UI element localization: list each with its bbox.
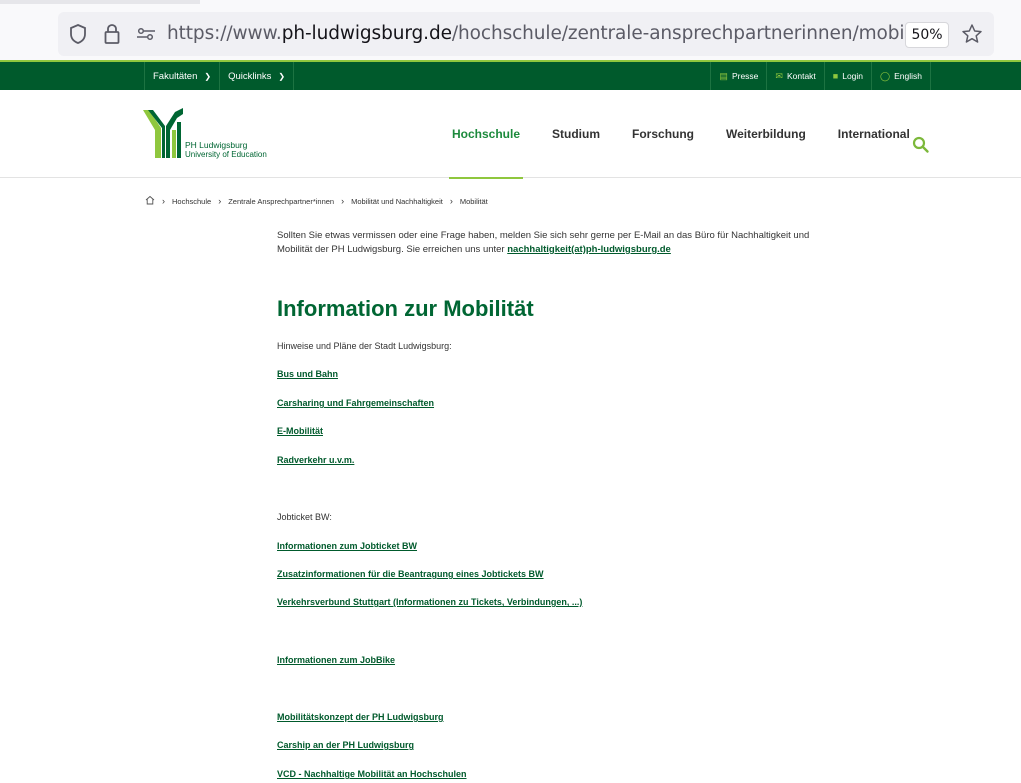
globe-icon: ◯ bbox=[880, 70, 891, 81]
nav-weiterbildung[interactable]: Weiterbildung bbox=[710, 90, 822, 178]
vcd-link[interactable]: VCD - Nachhaltige Mobilität an Hochschul… bbox=[277, 769, 467, 779]
jobticket-application-link[interactable]: Zusatzinformationen für die Beantragung … bbox=[277, 569, 544, 579]
faculties-label: Fakultäten bbox=[153, 70, 198, 82]
site-header: PH Ludwigsburg University of Education H… bbox=[0, 90, 1021, 179]
chevron-right-icon: › bbox=[162, 196, 165, 206]
vvs-link[interactable]: Verkehrsverbund Stuttgart (Informationen… bbox=[277, 597, 582, 607]
nav-forschung[interactable]: Forschung bbox=[616, 90, 710, 178]
carship-link[interactable]: Carship an der PH Ludwigsburg bbox=[277, 740, 414, 750]
url-prefix: https://www. bbox=[167, 23, 282, 44]
tab-strip-edge bbox=[0, 0, 200, 4]
contact-link[interactable]: ✉ Kontakt bbox=[767, 62, 825, 90]
jobticket-label: Jobticket BW: bbox=[277, 512, 332, 522]
email-link[interactable]: nachhaltigkeit(at)ph-ludwigsburg.de bbox=[507, 244, 671, 255]
url-text[interactable]: https://www.ph-ludwigsburg.de/hochschule… bbox=[167, 23, 907, 44]
url-path: /hochschule/zentrale-ansprechpartnerinne… bbox=[451, 23, 907, 44]
logo-name: PH Ludwigsburg bbox=[185, 140, 248, 150]
lock-icon: ■ bbox=[832, 71, 839, 81]
chevron-right-icon: › bbox=[449, 196, 453, 206]
carsharing-link[interactable]: Carsharing und Fahrgemeinschaften bbox=[277, 398, 434, 408]
city-intro-text: Hinweise und Pläne der Stadt Ludwigsburg… bbox=[277, 341, 452, 351]
chevron-right-icon: › bbox=[218, 196, 222, 206]
intro-paragraph: Sollten Sie etwas vermissen oder eine Fr… bbox=[277, 229, 837, 257]
english-link[interactable]: ◯ English bbox=[872, 62, 931, 90]
faculties-menu[interactable]: Fakultäten ❯ bbox=[144, 62, 221, 90]
login-link[interactable]: ■ Login bbox=[825, 62, 873, 90]
cycling-link[interactable]: Radverkehr u.v.m. bbox=[277, 455, 354, 465]
url-host: ph-ludwigsburg.de bbox=[281, 23, 452, 44]
search-icon[interactable] bbox=[912, 136, 932, 156]
jobticket-info-link[interactable]: Informationen zum Jobticket BW bbox=[277, 541, 417, 551]
nav-studium[interactable]: Studium bbox=[536, 90, 616, 178]
jobbike-link[interactable]: Informationen zum JobBike bbox=[277, 655, 395, 665]
contact-label: Kontakt bbox=[786, 71, 816, 81]
breadcrumb-item[interactable]: Hochschule bbox=[172, 197, 211, 206]
mobility-concept-link[interactable]: Mobilitätskonzept der PH Ludwigsburg bbox=[277, 712, 444, 722]
e-mobility-link[interactable]: E-Mobilität bbox=[277, 426, 323, 436]
lock-icon[interactable] bbox=[100, 22, 124, 46]
logo-tagline: University of Education bbox=[185, 150, 267, 159]
bus-bahn-link[interactable]: Bus und Bahn bbox=[277, 369, 338, 379]
page-title: Information zur Mobilität bbox=[277, 296, 534, 321]
home-icon[interactable] bbox=[145, 195, 155, 207]
bookmark-star-icon[interactable] bbox=[960, 22, 984, 46]
zoom-level-button[interactable]: 50% bbox=[905, 22, 949, 48]
chevron-down-icon: ❯ bbox=[278, 71, 286, 81]
permissions-icon[interactable] bbox=[134, 22, 158, 46]
press-link[interactable]: ▤ Presse bbox=[710, 62, 768, 90]
breadcrumb-current: Mobilität bbox=[459, 196, 488, 206]
breadcrumb-item[interactable]: Mobilität und Nachhaltigkeit bbox=[351, 197, 443, 206]
nav-international[interactable]: International bbox=[822, 90, 926, 178]
mail-icon: ✉ bbox=[775, 70, 783, 81]
english-label: English bbox=[894, 71, 922, 81]
shield-icon[interactable] bbox=[66, 22, 90, 46]
login-label: Login bbox=[842, 71, 864, 81]
quicklinks-label: Quicklinks bbox=[228, 70, 272, 82]
breadcrumb-item[interactable]: Zentrale Ansprechpartner*innen bbox=[228, 197, 334, 206]
site-logo[interactable]: PH Ludwigsburg University of Education bbox=[143, 108, 283, 159]
logo-mark-icon bbox=[143, 108, 183, 158]
chevron-down-icon: ❯ bbox=[204, 71, 212, 81]
utility-bar: Fakultäten ❯ Quicklinks ❯ ▤ Presse ✉ Kontakt… bbox=[0, 60, 1021, 90]
breadcrumb: › Hochschule › Zentrale Ansprechpartner*… bbox=[145, 195, 488, 207]
main-navigation: Hochschule Studium Forschung Weiterbildu… bbox=[436, 90, 926, 179]
press-label: Presse bbox=[731, 71, 759, 81]
intro-block: Sollten Sie etwas vermissen oder eine Fr… bbox=[277, 229, 837, 257]
quicklinks-menu[interactable]: Quicklinks ❯ bbox=[220, 62, 295, 90]
chevron-right-icon: › bbox=[341, 196, 345, 206]
browser-toolbar: https://www.ph-ludwigsburg.de/hochschule… bbox=[0, 0, 1021, 60]
newspaper-icon: ▤ bbox=[719, 70, 728, 81]
nav-hochschule[interactable]: Hochschule bbox=[436, 90, 536, 179]
